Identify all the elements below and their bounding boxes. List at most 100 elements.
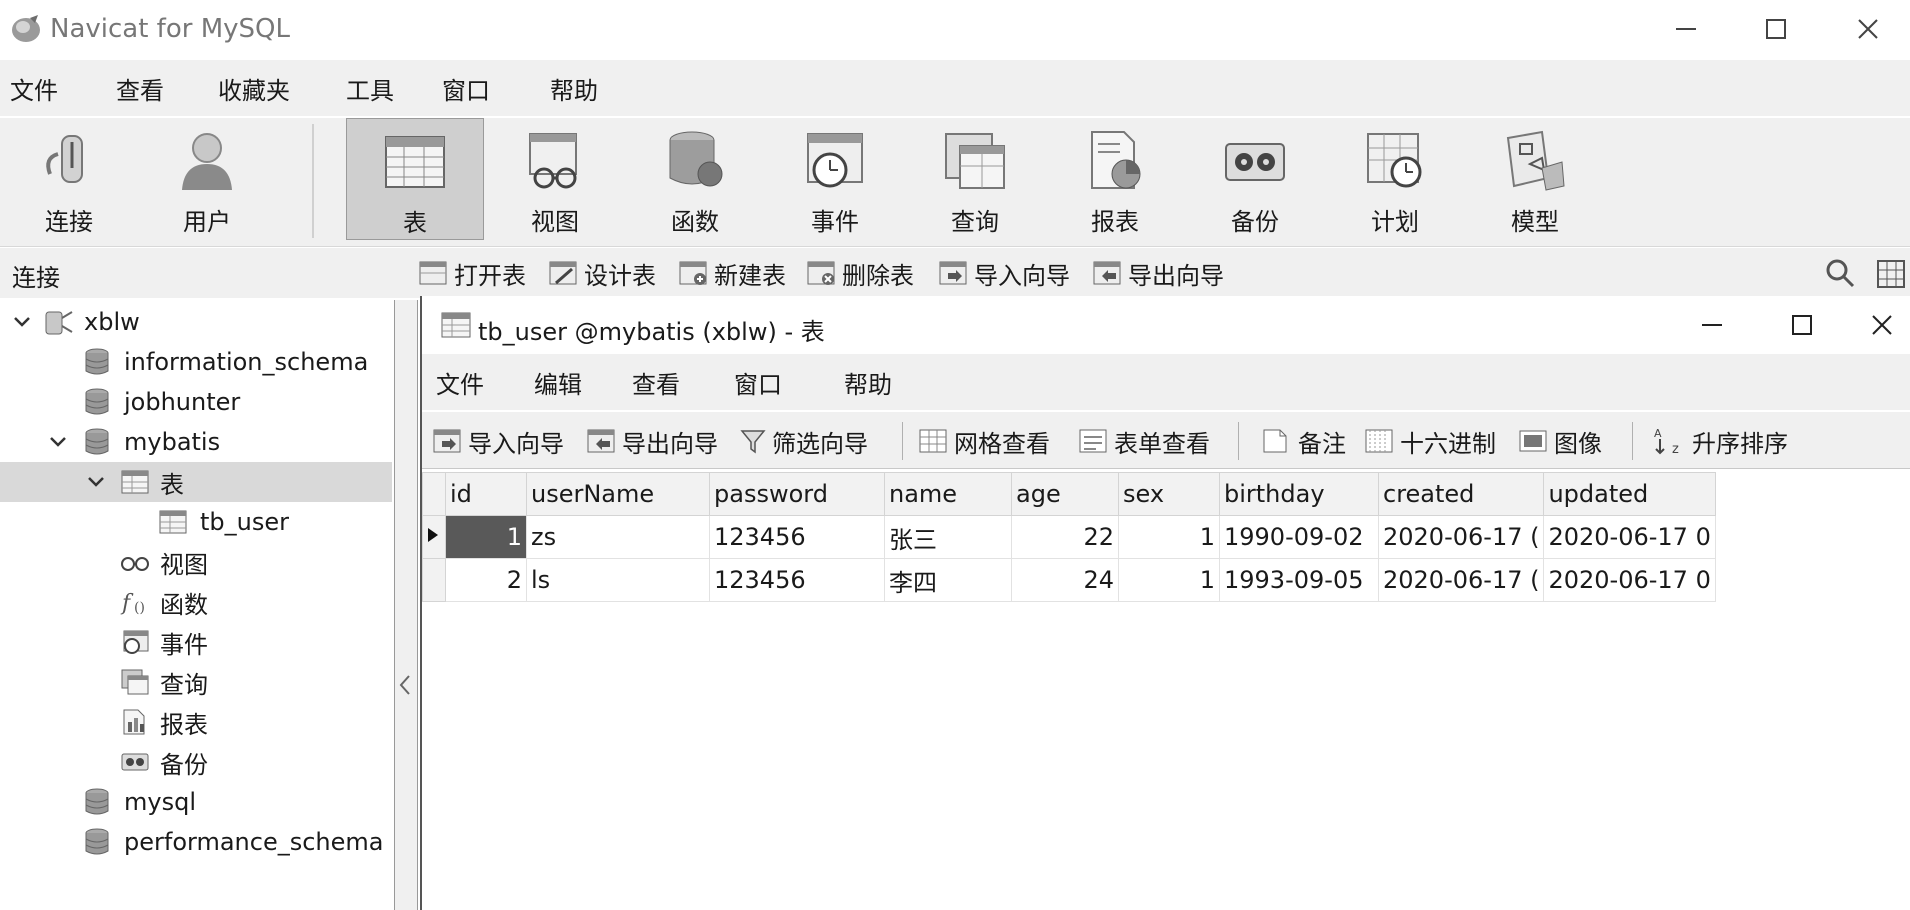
connect-button[interactable]: 连接 [0, 118, 138, 240]
inner-close-button[interactable] [1852, 296, 1910, 354]
cell-password[interactable]: 123456 [709, 558, 885, 602]
tree-item-queries[interactable]: 查询 [0, 662, 392, 702]
cell-birthday[interactable]: 1993-09-05 [1219, 558, 1379, 602]
tables-button[interactable]: 表 [346, 118, 484, 240]
cell-id[interactable]: 1 [445, 515, 527, 559]
menu-tools[interactable]: 工具 [346, 71, 418, 106]
cell-name[interactable]: 张三 [884, 515, 1012, 559]
cell-age[interactable]: 24 [1011, 558, 1119, 602]
cell-password[interactable]: 123456 [709, 515, 885, 559]
column-header-password[interactable]: password [709, 472, 885, 516]
search-button[interactable] [1824, 256, 1862, 290]
memo-button[interactable]: 备注 [1258, 422, 1346, 460]
backups-button[interactable]: 备份 [1186, 118, 1324, 240]
image-button[interactable]: 图像 [1518, 422, 1602, 460]
new-table-button[interactable]: 新建表 [678, 256, 786, 290]
maximize-button[interactable] [1736, 0, 1816, 58]
functions-button[interactable]: 函数 [626, 118, 764, 240]
model-button[interactable]: 模型 [1466, 118, 1604, 240]
reports-label: 报表 [1091, 208, 1139, 236]
user-button[interactable]: 用户 [138, 118, 276, 240]
queries-button[interactable]: 查询 [906, 118, 1044, 240]
views-button[interactable]: 视图 [486, 118, 624, 240]
filter-wizard-button[interactable]: 筛选向导 [740, 422, 868, 460]
menu-view[interactable]: 查看 [632, 365, 704, 400]
cell-name[interactable]: 李四 [884, 558, 1012, 602]
tree-item-views[interactable]: 视图 [0, 542, 392, 582]
tree-item-functions[interactable]: f() 函数 [0, 582, 392, 622]
export-wizard-label: 导出向导 [622, 429, 718, 458]
cell-age[interactable]: 22 [1011, 515, 1119, 559]
tree-item-reports[interactable]: 报表 [0, 702, 392, 742]
import-wizard-button[interactable]: 导入向导 [432, 422, 564, 460]
tree-item-database[interactable]: information_schema [0, 342, 392, 382]
delete-table-button[interactable]: 删除表 [806, 256, 914, 290]
hex-button[interactable]: 十六进制 [1364, 422, 1496, 460]
menu-help[interactable]: 帮助 [550, 71, 622, 106]
column-header-username[interactable]: userName [526, 472, 710, 516]
schedule-button[interactable]: 计划 [1326, 118, 1464, 240]
cell-birthday[interactable]: 1990-09-02 [1219, 515, 1379, 559]
menu-window[interactable]: 窗口 [734, 365, 806, 400]
tree-item-database[interactable]: mybatis [0, 422, 392, 462]
close-button[interactable] [1828, 0, 1908, 58]
menu-help[interactable]: 帮助 [844, 365, 916, 400]
menu-favorites[interactable]: 收藏夹 [218, 71, 314, 106]
column-header-age[interactable]: age [1011, 472, 1119, 516]
tree-item-label: 报表 [160, 710, 208, 739]
form-view-button[interactable]: 表单查看 [1078, 422, 1210, 460]
grid-view-button[interactable]: 网格查看 [918, 422, 1050, 460]
menu-view[interactable]: 查看 [116, 71, 188, 106]
cell-sex[interactable]: 1 [1118, 558, 1220, 602]
table-row[interactable]: 1 zs 123456 张三 22 1 1990-09-02 2020-06-1… [422, 515, 1716, 559]
view-mode-button[interactable] [1874, 256, 1910, 290]
menu-file[interactable]: 文件 [10, 71, 82, 106]
menu-window[interactable]: 窗口 [442, 71, 514, 106]
cell-created[interactable]: 2020-06-17 ( [1377, 515, 1545, 559]
minimize-button[interactable] [1646, 0, 1726, 58]
export-wizard-button[interactable]: 导出向导 [586, 422, 718, 460]
export-wizard-button[interactable]: 导出向导 [1092, 256, 1224, 290]
table-row[interactable]: 2 ls 123456 李四 24 1 1993-09-05 2020-06-1… [422, 558, 1716, 602]
form-view-icon [1079, 429, 1107, 453]
column-header-updated[interactable]: updated [1543, 472, 1716, 516]
menu-edit[interactable]: 编辑 [534, 365, 606, 400]
inner-maximize-button[interactable] [1762, 296, 1842, 354]
tree-item-events[interactable]: 事件 [0, 622, 392, 662]
cell-sex[interactable]: 1 [1118, 515, 1220, 559]
schedule-label: 计划 [1371, 208, 1419, 236]
tree-item-database[interactable]: performance_schema [0, 822, 392, 862]
tree-item-backups[interactable]: 备份 [0, 742, 392, 782]
cell-updated[interactable]: 2020-06-17 0 [1543, 558, 1716, 602]
column-header-name[interactable]: name [884, 472, 1012, 516]
event-icon [123, 630, 149, 654]
inner-minimize-button[interactable] [1672, 296, 1752, 354]
design-table-button[interactable]: 设计表 [548, 256, 656, 290]
events-button[interactable]: 事件 [766, 118, 904, 240]
cell-username[interactable]: zs [526, 515, 710, 559]
tree-item-tables[interactable]: 表 [0, 462, 392, 502]
pane-splitter[interactable] [394, 300, 418, 910]
table-icon [385, 136, 445, 188]
tree-item-connection[interactable]: xblw [0, 302, 392, 342]
column-header-created[interactable]: created [1377, 472, 1545, 516]
cell-id[interactable]: 2 [445, 558, 527, 602]
window-title: Navicat for MySQL [50, 14, 290, 44]
cell-updated[interactable]: 2020-06-17 0 [1543, 515, 1716, 559]
column-header-id[interactable]: id [445, 472, 527, 516]
cell-username[interactable]: ls [526, 558, 710, 602]
tree-item-database[interactable]: jobhunter [0, 382, 392, 422]
sort-ascending-button[interactable]: Az 升序排序 [1652, 422, 1788, 460]
menu-file[interactable]: 文件 [436, 365, 508, 400]
column-header-birthday[interactable]: birthday [1219, 472, 1379, 516]
reports-button[interactable]: 报表 [1046, 118, 1184, 240]
tree-item-table[interactable]: tb_user [0, 502, 392, 542]
open-table-button[interactable]: 打开表 [418, 256, 526, 290]
column-header-sex[interactable]: sex [1118, 472, 1220, 516]
current-row-indicator[interactable] [422, 515, 446, 559]
tree-item-database[interactable]: mysql [0, 782, 392, 822]
svg-text:z: z [1672, 442, 1679, 457]
row-indicator[interactable] [422, 558, 446, 602]
import-wizard-button[interactable]: 导入向导 [938, 256, 1070, 290]
cell-created[interactable]: 2020-06-17 ( [1377, 558, 1545, 602]
